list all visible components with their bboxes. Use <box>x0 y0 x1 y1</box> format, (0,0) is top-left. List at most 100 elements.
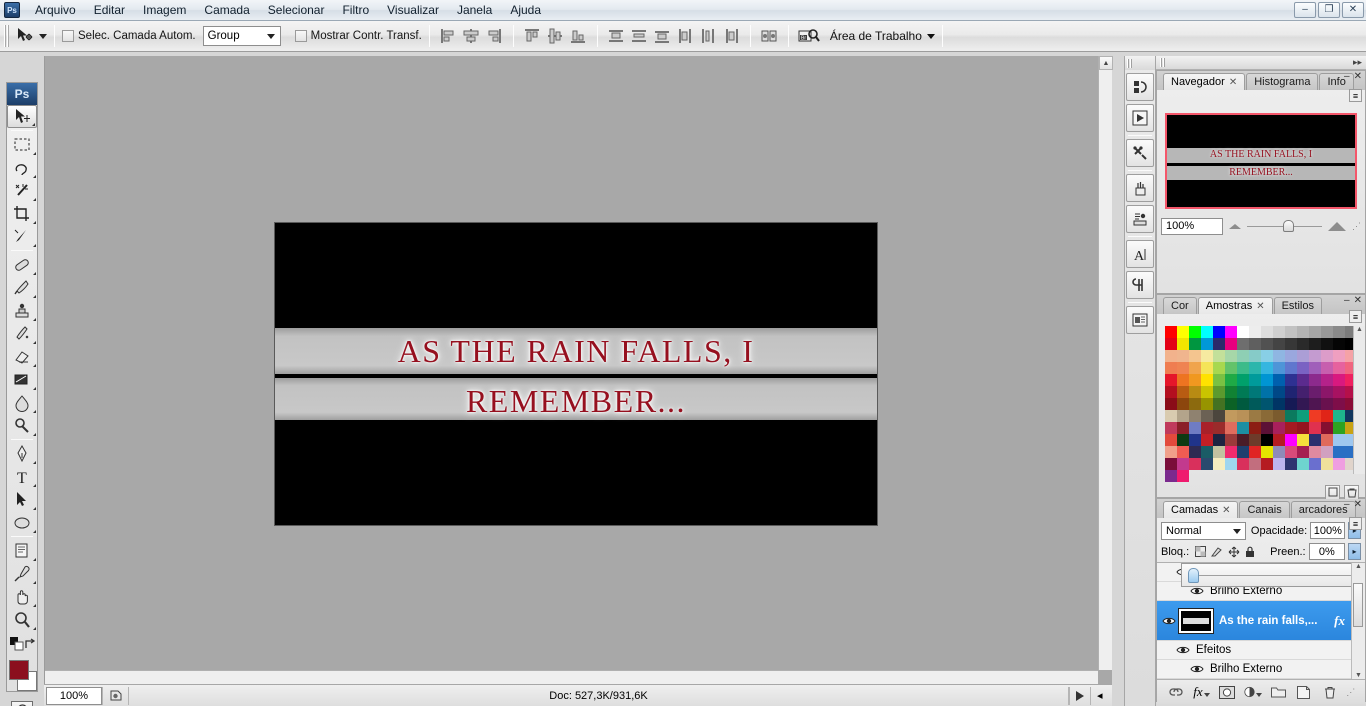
distribute-left-edges-icon[interactable] <box>674 25 697 47</box>
scroll-up-icon[interactable]: ▲ <box>1352 563 1365 570</box>
fill-field[interactable]: 0% <box>1308 543 1346 560</box>
eyedropper-tool[interactable] <box>7 562 37 585</box>
menu-item-editar[interactable]: Editar <box>85 1 134 19</box>
swatch-cell[interactable] <box>1273 338 1285 350</box>
layer-visibility-icon[interactable] <box>1161 616 1177 626</box>
swatch-cell[interactable] <box>1213 374 1225 386</box>
brushes-panel-icon[interactable] <box>1126 174 1154 202</box>
menu-item-visualizar[interactable]: Visualizar <box>378 1 448 19</box>
swatch-cell[interactable] <box>1249 386 1261 398</box>
close-panel-icon[interactable]: ✕ <box>1354 499 1362 510</box>
swatch-cell[interactable] <box>1285 362 1297 374</box>
swatch-cell[interactable] <box>1333 398 1345 410</box>
swatch-cell[interactable] <box>1261 386 1273 398</box>
tab-estilos[interactable]: Estilos <box>1273 297 1322 314</box>
lock-image-pixels-icon[interactable] <box>1211 546 1223 557</box>
character-panel-icon[interactable]: A <box>1126 240 1154 268</box>
swatch-cell[interactable] <box>1333 326 1345 338</box>
text-layer-row[interactable]: As the rain falls,... fx <box>1157 601 1365 641</box>
menu-item-imagem[interactable]: Imagem <box>134 1 195 19</box>
delete-layer-icon[interactable] <box>1321 683 1339 701</box>
link-layers-icon[interactable] <box>1167 683 1185 701</box>
new-swatch-icon[interactable] <box>1325 484 1340 500</box>
swatch-cell[interactable] <box>1261 434 1273 446</box>
swatch-cell[interactable] <box>1189 350 1201 362</box>
quick-mask-toggle[interactable] <box>7 698 37 706</box>
swatch-cell[interactable] <box>1177 362 1189 374</box>
swatch-cell[interactable] <box>1177 458 1189 470</box>
slider-knob[interactable] <box>1283 220 1294 232</box>
tool-presets-icon[interactable] <box>1126 139 1154 167</box>
swatch-cell[interactable] <box>1189 398 1201 410</box>
swatch-cell[interactable] <box>1297 350 1309 362</box>
swatch-cell[interactable] <box>1333 434 1345 446</box>
swatch-cell[interactable] <box>1201 398 1213 410</box>
swatch-cell[interactable] <box>1285 458 1297 470</box>
swatch-cell[interactable] <box>1237 350 1249 362</box>
swatch-cell[interactable] <box>1201 362 1213 374</box>
adjustment-layer-icon[interactable] <box>1244 683 1262 701</box>
swatch-cell[interactable] <box>1237 386 1249 398</box>
swatch-cell[interactable] <box>1213 446 1225 458</box>
swatch-cell[interactable] <box>1213 458 1225 470</box>
swatch-cell[interactable] <box>1165 386 1177 398</box>
swatch-cell[interactable] <box>1225 398 1237 410</box>
swatch-cell[interactable] <box>1225 362 1237 374</box>
effect-visibility-icon[interactable] <box>1189 664 1205 674</box>
distribute-right-edges-icon[interactable] <box>720 25 743 47</box>
resize-grip-icon[interactable]: ⋰ <box>1346 687 1355 698</box>
navigator-zoom-field[interactable]: 100% <box>1161 217 1223 235</box>
menu-item-selecionar[interactable]: Selecionar <box>259 1 334 19</box>
swatch-cell[interactable] <box>1237 446 1249 458</box>
workspace-label[interactable]: Área de Trabalho <box>830 29 922 43</box>
lock-all-icon[interactable] <box>1245 546 1255 558</box>
swatch-cell[interactable] <box>1177 434 1189 446</box>
minimize-panel-icon[interactable]: – <box>1344 295 1350 306</box>
swatch-cell[interactable] <box>1165 470 1177 482</box>
zoom-out-icon[interactable] <box>1229 223 1241 229</box>
swatch-cell[interactable] <box>1189 338 1201 350</box>
swatch-cell[interactable] <box>1201 338 1213 350</box>
swatch-cell[interactable] <box>1165 458 1177 470</box>
swatch-cell[interactable] <box>1333 422 1345 434</box>
swatch-cell[interactable] <box>1177 398 1189 410</box>
layer-mask-icon[interactable] <box>1218 683 1236 701</box>
gradient-tool[interactable] <box>7 368 37 391</box>
swatch-cell[interactable] <box>1201 422 1213 434</box>
opacity-field[interactable]: 100% <box>1310 522 1346 539</box>
clone-stamp-tool[interactable] <box>7 299 37 322</box>
close-tab-icon[interactable]: ✕ <box>1222 505 1230 516</box>
swatch-cell[interactable] <box>1165 338 1177 350</box>
swatch-cell[interactable] <box>1201 350 1213 362</box>
swatch-cell[interactable] <box>1249 326 1261 338</box>
go-to-bridge-icon[interactable]: Br <box>796 25 822 47</box>
swatch-cell[interactable] <box>1249 434 1261 446</box>
swatch-cell[interactable] <box>1297 386 1309 398</box>
fill-opacity-slider-popup[interactable] <box>1181 563 1361 587</box>
swatch-cell[interactable] <box>1309 446 1321 458</box>
swatch-cell[interactable] <box>1297 410 1309 422</box>
auto-select-checkbox[interactable] <box>62 30 74 42</box>
blend-mode-dropdown[interactable]: Normal <box>1161 521 1246 540</box>
fill-slider-knob[interactable] <box>1188 567 1199 583</box>
swatch-cell[interactable] <box>1213 422 1225 434</box>
scroll-up-icon[interactable]: ▲ <box>1354 326 1365 333</box>
swatch-cell[interactable] <box>1309 326 1321 338</box>
pen-tool[interactable] <box>7 442 37 465</box>
swatch-cell[interactable] <box>1261 398 1273 410</box>
swatch-cell[interactable] <box>1249 338 1261 350</box>
effect-visibility-icon[interactable] <box>1189 586 1205 596</box>
swatch-cell[interactable] <box>1273 434 1285 446</box>
effect-visibility-icon[interactable] <box>1175 645 1191 655</box>
navigator-thumbnail[interactable]: AS THE RAIN FALLS, I REMEMBER... <box>1165 113 1357 209</box>
hand-tool[interactable] <box>7 585 37 608</box>
menu-item-camada[interactable]: Camada <box>195 1 258 19</box>
menu-item-filtro[interactable]: Filtro <box>333 1 378 19</box>
align-left-edges-icon[interactable] <box>437 25 460 47</box>
swatch-cell[interactable] <box>1333 362 1345 374</box>
align-right-edges-icon[interactable] <box>483 25 506 47</box>
zoom-tool[interactable] <box>7 608 37 631</box>
swatch-cell[interactable] <box>1189 422 1201 434</box>
swatch-cell[interactable] <box>1249 374 1261 386</box>
magic-wand-tool[interactable] <box>7 179 37 202</box>
